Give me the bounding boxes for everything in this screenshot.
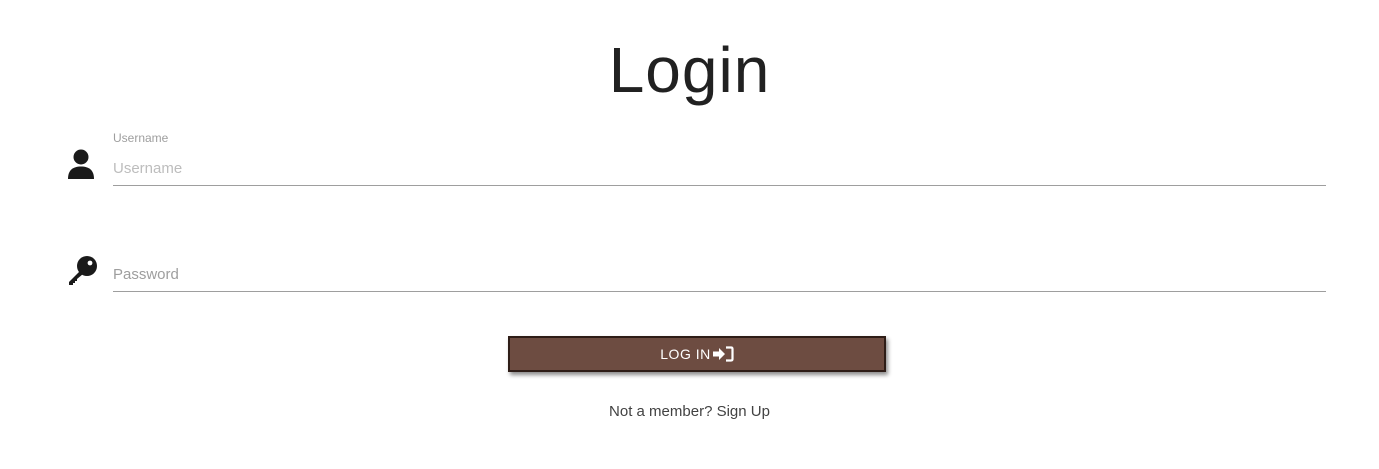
username-label: Username <box>113 131 169 145</box>
login-button-label: LOG IN <box>660 346 711 362</box>
user-icon <box>66 148 100 182</box>
page-title: Login <box>608 34 771 106</box>
key-icon <box>66 254 100 288</box>
password-field-row <box>66 236 1326 296</box>
username-input[interactable] <box>113 152 1326 186</box>
signup-prompt-text: Not a member? <box>609 403 713 420</box>
login-page: Login Username LOG IN <box>0 0 1379 469</box>
password-input[interactable] <box>113 258 1326 292</box>
signup-prompt: Not a member? Sign Up <box>0 403 1379 420</box>
username-input-wrap: Username <box>113 130 1326 188</box>
sign-in-icon <box>712 346 734 362</box>
signup-link[interactable]: Sign Up <box>717 403 770 420</box>
username-field-row: Username <box>66 130 1326 190</box>
login-button[interactable]: LOG IN <box>508 336 886 372</box>
password-input-wrap <box>113 236 1326 294</box>
